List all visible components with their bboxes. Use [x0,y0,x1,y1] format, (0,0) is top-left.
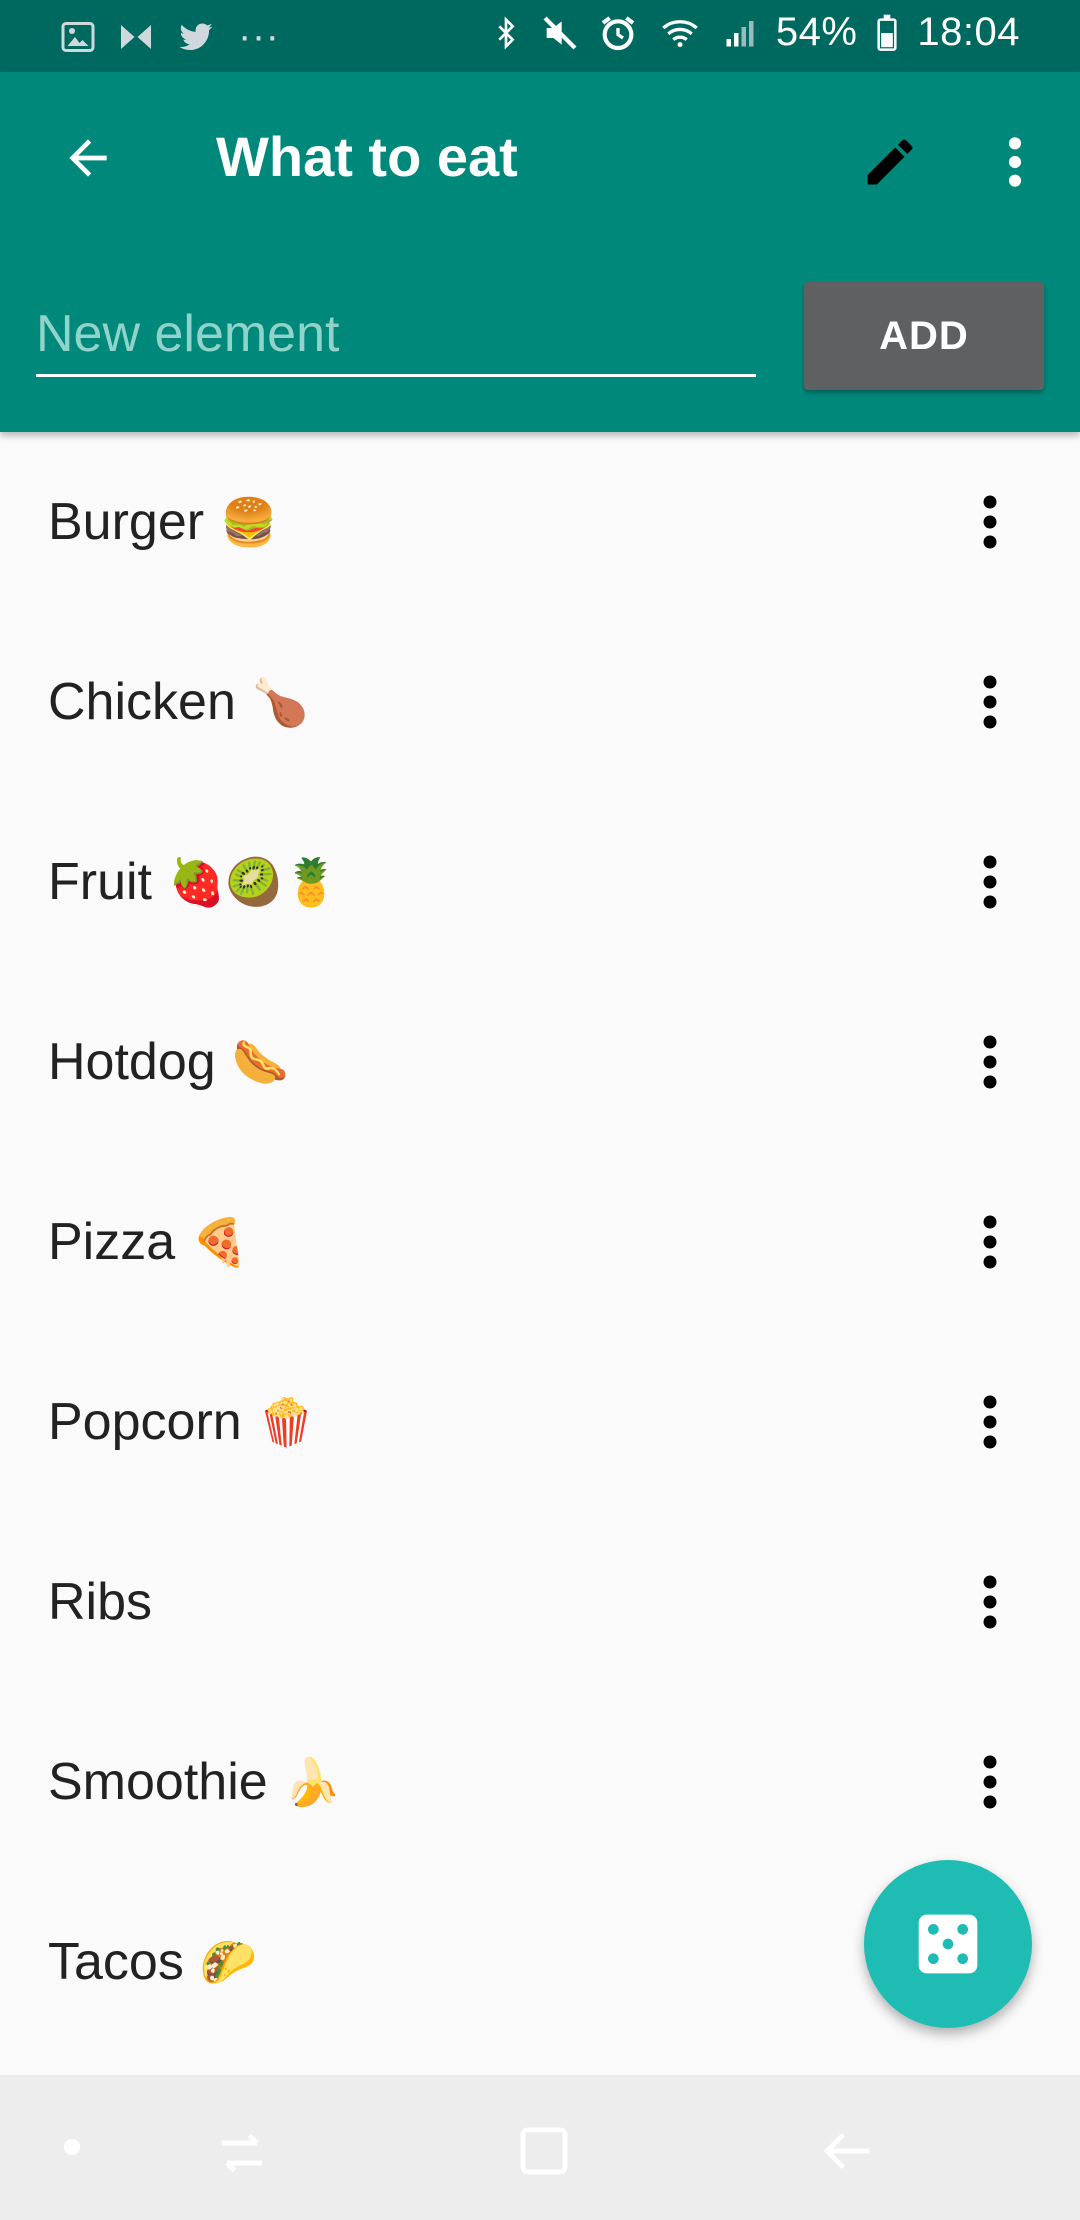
item-menu-button[interactable] [950,652,1030,752]
list-item-emoji: 🍌 [283,1755,341,1808]
more-vert-icon [983,495,997,549]
nav-dot-icon[interactable] [64,2139,80,2155]
list-item-label: Popcorn [48,1393,242,1451]
new-element-input[interactable] [36,294,756,377]
list-item-label: Fruit [48,853,152,911]
random-pick-fab[interactable] [864,1860,1032,2028]
item-menu-button[interactable] [950,1012,1030,1112]
list-item-emoji: 🍿 [257,1395,315,1448]
list-item-label: Burger [48,493,205,551]
list-item-label: Smoothie [48,1753,268,1811]
list-item-label: Chicken [48,673,236,731]
item-menu-button[interactable] [950,1732,1030,1832]
status-bar: ··· 54% 18:04 [0,0,1080,72]
food-list: Burger 🍔 Chicken 🍗 Fruit 🍓🥝🍍 Hotdog 🌭 Pi… [0,432,1080,2052]
list-item-label-wrap: Popcorn 🍿 [48,1392,315,1452]
mute-icon [543,16,577,49]
list-item-emoji: 🌮 [199,1935,258,1988]
system-nav-bar [0,2075,1080,2220]
item-menu-button[interactable] [950,832,1030,932]
list-item-label-wrap: Burger 🍔 [48,492,277,552]
new-element-field-wrapper [36,294,756,394]
recent-apps-icon[interactable] [212,2123,272,2183]
gallery-icon [61,21,95,52]
list-item-emoji: 🍕 [191,1215,249,1268]
item-menu-button[interactable] [950,1372,1030,1472]
twitter-icon [179,23,213,50]
list-item[interactable]: Fruit 🍓🥝🍍 [0,792,1080,972]
page-title: What to eat [216,125,518,188]
list-item[interactable]: Popcorn 🍿 [0,1332,1080,1512]
alarm-icon [601,15,635,50]
more-vert-icon [983,675,997,729]
more-notifications-icon: ··· [238,14,280,58]
clock: 18:04 [917,10,1020,54]
edit-button[interactable] [850,122,930,202]
item-menu-button[interactable] [950,472,1030,572]
list-item-emoji: 🍗 [251,675,310,728]
list-item-label: Ribs [48,1573,153,1631]
list-item[interactable]: Burger 🍔 [0,432,1080,612]
more-vert-icon [983,1395,997,1449]
more-vert-icon [983,1755,997,1809]
more-vert-icon [983,855,997,909]
home-icon[interactable] [516,2123,572,2179]
list-item[interactable]: Pizza 🍕 [0,1152,1080,1332]
bowtie-icon [121,24,151,49]
overflow-menu-button[interactable] [975,122,1055,202]
signal-icon [726,20,754,46]
list-item-label-wrap: Chicken 🍗 [48,672,309,732]
list-item-label-wrap: Pizza 🍕 [48,1212,248,1272]
app-bar: What to eat ADD [0,72,1080,432]
list-item-label-wrap: Tacos 🌮 [48,1932,257,1992]
list-item-label: Tacos [48,1933,184,1991]
more-vert-icon [1008,137,1022,187]
arrow-back-icon [69,139,107,177]
list-item-emoji: 🌭 [231,1035,289,1088]
list-item[interactable]: Ribs [0,1512,1080,1692]
list-item-label-wrap: Hotdog 🌭 [48,1032,289,1092]
item-menu-button[interactable] [950,1552,1030,1652]
wifi-icon [662,19,698,47]
item-menu-button[interactable] [950,1192,1030,1292]
list-item[interactable]: Chicken 🍗 [0,612,1080,792]
list-item[interactable]: Hotdog 🌭 [0,972,1080,1152]
list-item-label-wrap: Fruit 🍓🥝🍍 [48,852,340,912]
list-item-label-wrap: Smoothie 🍌 [48,1752,341,1812]
list-item[interactable]: Smoothie 🍌 [0,1692,1080,1872]
list-item-emoji: 🍓🥝🍍 [168,855,340,908]
add-button[interactable]: ADD [804,282,1044,390]
list-item-label-wrap: Ribs [48,1572,168,1632]
back-button[interactable] [48,118,128,198]
notification-icons: ··· [60,14,279,59]
list-item-label: Pizza [48,1213,176,1271]
battery-icon [877,14,897,51]
more-vert-icon [983,1575,997,1629]
dice-icon [918,1914,978,1974]
bluetooth-icon [498,15,515,50]
more-vert-icon [983,1035,997,1089]
list-item-label: Hotdog [48,1033,216,1091]
system-icons: 54% 18:04 [490,10,1020,55]
more-vert-icon [983,1215,997,1269]
list-item-emoji: 🍔 [220,495,278,548]
pencil-icon [867,139,913,185]
nav-back-icon[interactable] [820,2123,876,2179]
battery-percent: 54% [775,10,858,54]
